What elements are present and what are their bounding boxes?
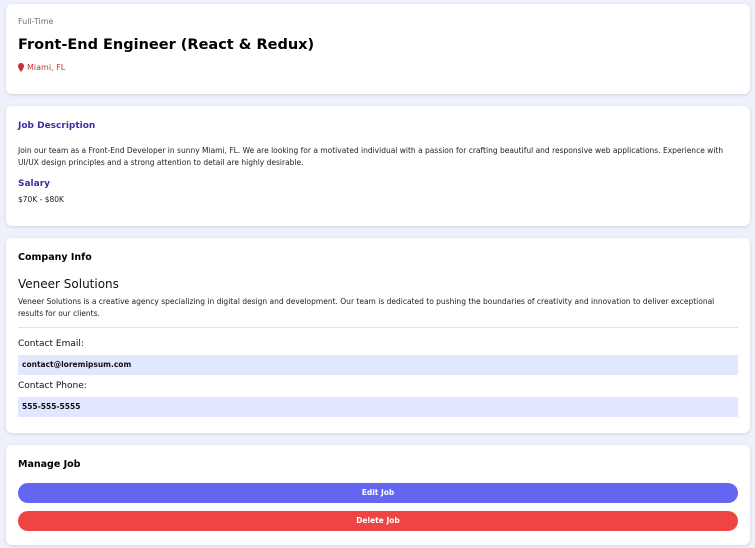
edit-job-button[interactable]: Edit Job [18, 483, 738, 503]
salary-value: $70K - $80K [18, 195, 64, 204]
map-pin-icon [18, 63, 24, 72]
job-description-heading: Job Description [18, 121, 96, 131]
company-info-heading: Company Info [18, 252, 92, 263]
job-description-card: Job Description Join our team as a Front… [6, 106, 750, 226]
divider [18, 327, 738, 328]
contact-email-label: Contact Email: [18, 339, 84, 349]
job-location-text: Miami, FL [27, 63, 66, 72]
delete-job-button[interactable]: Delete Job [18, 511, 738, 531]
job-description-text: Join our team as a Front-End Developer i… [18, 146, 724, 167]
manage-job-heading: Manage Job [18, 459, 81, 470]
company-info-card: Company Info Veneer Solutions Veneer Sol… [6, 238, 750, 433]
contact-phone-label: Contact Phone: [18, 381, 87, 391]
job-type-label: Full-Time [18, 17, 54, 26]
job-title: Front-End Engineer (React & Redux) [18, 37, 315, 53]
salary-heading: Salary [18, 179, 51, 189]
job-header-card: Full-Time Front-End Engineer (React & Re… [6, 4, 750, 94]
contact-phone-value: 555-555-5555 [18, 397, 738, 417]
job-location: Miami, FL [18, 63, 65, 72]
manage-job-card: Manage Job Edit Job Delete Job [6, 445, 750, 545]
company-description: Veneer Solutions is a creative agency sp… [18, 297, 715, 318]
contact-email-value: contact@loremipsum.com [18, 355, 738, 375]
company-name: Veneer Solutions [18, 277, 119, 291]
